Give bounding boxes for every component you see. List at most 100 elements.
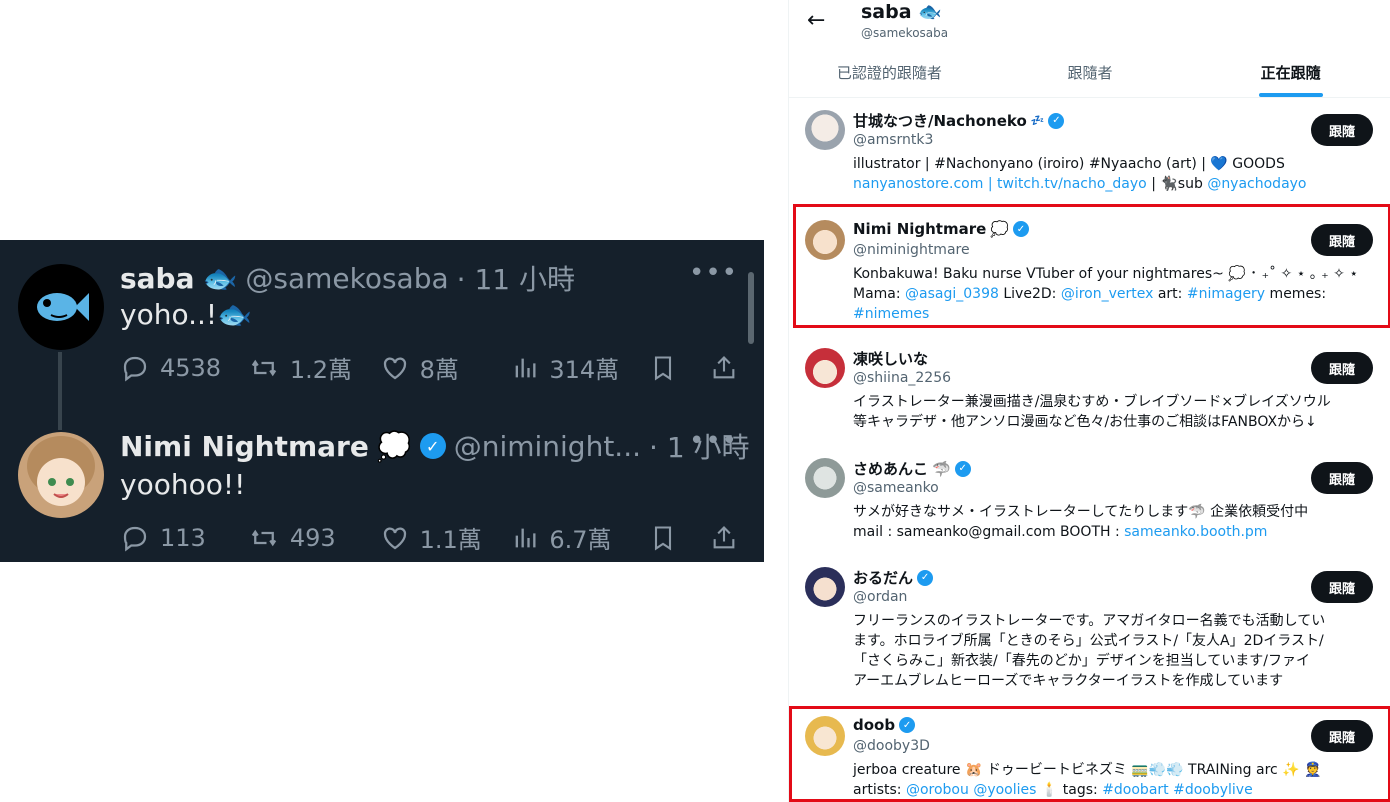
share-button[interactable] (710, 353, 738, 383)
fish-icon (37, 293, 89, 321)
avatar-saba[interactable] (18, 264, 104, 350)
avatar[interactable] (805, 110, 845, 150)
tab-following[interactable]: 正在跟隨 (1190, 52, 1390, 97)
verified-badge-icon: ✓ (917, 569, 934, 586)
views-count: 314萬 (549, 356, 620, 384)
bio-text: | 🐈‍⬛sub (1146, 176, 1208, 192)
avatar[interactable] (805, 458, 845, 498)
tweet-saba[interactable]: saba 🐟 @samekosaba · 11 小時 ••• yoho..!🐟 … (0, 240, 764, 430)
share-icon (713, 355, 735, 378)
user-name[interactable]: 凍咲しいな (853, 348, 928, 369)
user-name[interactable]: さめあんこ 🦈 ✓ (853, 458, 971, 479)
like-button[interactable]: 8萬 (380, 350, 512, 385)
follow-button[interactable]: 跟隨 (1311, 462, 1373, 494)
fish-emoji-icon: 🐟 (918, 1, 942, 23)
bio-line: フリーランスのイラストレーターです。アマガイタロー名義でも活動してい (853, 613, 1326, 629)
user-handle[interactable]: @sameanko (853, 480, 939, 496)
bio-line: ます。ホロライブ所属「ときのそら」公式イラスト/「友人A」2Dイラスト/ (853, 633, 1324, 649)
user-cell-ordan[interactable]: おるだん ✓ @ordan フリーランスのイラストレーターです。アマガイタロー名… (789, 557, 1390, 703)
views-button[interactable]: 314萬 (511, 350, 649, 385)
user-cell-sameanko[interactable]: さめあんこ 🦈 ✓ @sameanko サメが好きなサメ・イラストレーターしてた… (789, 448, 1390, 552)
follow-button[interactable]: 跟隨 (1311, 571, 1373, 603)
avatar-nimi[interactable] (18, 432, 104, 518)
user-name[interactable]: 甘城なつき/Nachoneko 💤 ✓ (853, 110, 1065, 131)
share-button[interactable] (710, 523, 738, 553)
tweet-thread-panel: saba 🐟 @samekosaba · 11 小時 ••• yoho..!🐟 … (0, 240, 764, 562)
retweet-button[interactable]: 1.2萬 (248, 350, 380, 385)
like-count: 8萬 (419, 356, 459, 384)
tweet-time[interactable]: · 11 小時 (457, 258, 575, 298)
tweet-text: yoohoo!! (120, 468, 246, 501)
tab-label: 已認證的跟隨者 (836, 64, 942, 82)
follow-button[interactable]: 跟隨 (1311, 114, 1373, 146)
follow-button[interactable]: 跟隨 (1311, 352, 1373, 384)
retweet-count: 493 (289, 523, 336, 552)
tweet-text: yoho..!🐟 (120, 298, 252, 331)
more-options-icon[interactable]: ••• (689, 258, 738, 288)
user-handle[interactable]: @shiina_2256 (853, 370, 951, 386)
bio-link[interactable]: nanyanostore.com | twitch.tv/nacho_dayo (853, 176, 1147, 192)
retweet-count: 1.2萬 (289, 356, 352, 384)
like-button[interactable]: 1.1萬 (380, 520, 512, 555)
user-handle[interactable]: @ordan (853, 589, 907, 605)
reply-icon (123, 356, 147, 381)
retweet-icon (251, 529, 277, 546)
bio-text: mail : sameanko@gmail.com BOOTH : (853, 524, 1125, 540)
user-cell-nachoneko[interactable]: 甘城なつき/Nachoneko 💤 ✓ @amsrntk3 illustrato… (789, 100, 1390, 204)
heart-icon (383, 356, 406, 379)
fish-emoji-icon: 🐟 (202, 261, 238, 295)
views-chart-icon (516, 528, 536, 547)
user-bio: サメが好きなサメ・イラストレーターしてたりします🦈 企業依頼受付中 mail :… (853, 502, 1373, 542)
highlight-box (793, 204, 1390, 328)
views-button[interactable]: 6.7萬 (511, 520, 649, 555)
user-name-text: 甘城なつき/Nachoneko (853, 112, 1027, 130)
reply-button[interactable]: 113 (120, 523, 248, 553)
fish-emoji-icon: 🐟 (217, 298, 252, 331)
user-bio: フリーランスのイラストレーターです。アマガイタロー名義でも活動してい ます。ホロ… (853, 611, 1373, 691)
tab-label: 跟隨者 (1067, 64, 1113, 82)
bio-line: 等キャラデザ・他アンソロ漫画など色々/お仕事のご相談はFANBOXから↓ (853, 414, 1317, 430)
bio-line: サメが好きなサメ・イラストレーターしてたりします🦈 企業依頼受付中 (853, 504, 1309, 520)
tweet-actions: 4538 1.2萬 8萬 314萬 (120, 350, 738, 385)
author-name[interactable]: saba (120, 262, 195, 295)
bookmark-icon (654, 525, 672, 550)
author-handle[interactable]: @samekosaba (245, 262, 448, 295)
tweet-nimi[interactable]: Nimi Nightmare 💭 ✓ @niminight... · 1 小時 … (0, 410, 764, 562)
heart-icon (383, 526, 406, 549)
bio-line: nanyanostore.com | twitch.tv/nacho_dayo … (853, 174, 1373, 194)
author-name[interactable]: Nimi Nightmare (120, 430, 369, 463)
user-cell-shiina[interactable]: 凍咲しいな @shiina_2256 イラストレーター兼漫画描き/温泉むすめ・ブ… (789, 338, 1390, 442)
back-arrow-icon[interactable]: ← (807, 8, 825, 33)
author-handle[interactable]: @niminight... (454, 430, 641, 463)
retweet-button[interactable]: 493 (248, 523, 380, 553)
bio-line: イラストレーター兼漫画描き/温泉むすめ・ブレイブソード×ブレイズソウル (853, 394, 1331, 410)
tab-followers[interactable]: 跟隨者 (990, 52, 1191, 97)
user-bio: イラストレーター兼漫画描き/温泉むすめ・ブレイブソード×ブレイズソウル 等キャラ… (853, 392, 1373, 432)
retweet-icon (251, 359, 277, 376)
bio-line: アーエムブレムヒーローズでキャラクターイラストを作成しています (853, 673, 1284, 689)
tab-verified-followers[interactable]: 已認證的跟隨者 (789, 52, 990, 97)
bio-link[interactable]: @nyachodayo (1207, 176, 1306, 192)
more-options-icon[interactable]: ••• (689, 426, 738, 456)
views-chart-icon (516, 358, 536, 377)
scrollbar[interactable] (748, 272, 754, 344)
avatar[interactable] (805, 567, 845, 607)
user-name-text: さめあんこ (853, 460, 929, 478)
like-count: 1.1萬 (419, 526, 482, 554)
user-name[interactable]: おるだん ✓ (853, 567, 934, 588)
avatar[interactable] (805, 348, 845, 388)
user-bio: illustrator | #Nachonyano (iroiro) #Nyaa… (853, 154, 1373, 194)
active-tab-indicator (1258, 93, 1323, 97)
profile-header: ← saba 🐟 @samekosaba (789, 0, 1390, 52)
bookmark-button[interactable] (649, 353, 710, 383)
highlight-box (789, 706, 1390, 802)
bookmark-icon (654, 355, 672, 380)
page-subtitle: @samekosaba (861, 26, 949, 40)
user-handle[interactable]: @amsrntk3 (853, 132, 933, 148)
bookmark-button[interactable] (649, 523, 710, 553)
reply-button[interactable]: 4538 (120, 353, 248, 383)
bio-link[interactable]: sameanko.booth.pm (1124, 524, 1267, 540)
shark-icon: 🦈 (932, 459, 951, 478)
sleep-icon: 💤 (1030, 114, 1045, 127)
thought-bubble-icon: 💭 (376, 429, 412, 463)
